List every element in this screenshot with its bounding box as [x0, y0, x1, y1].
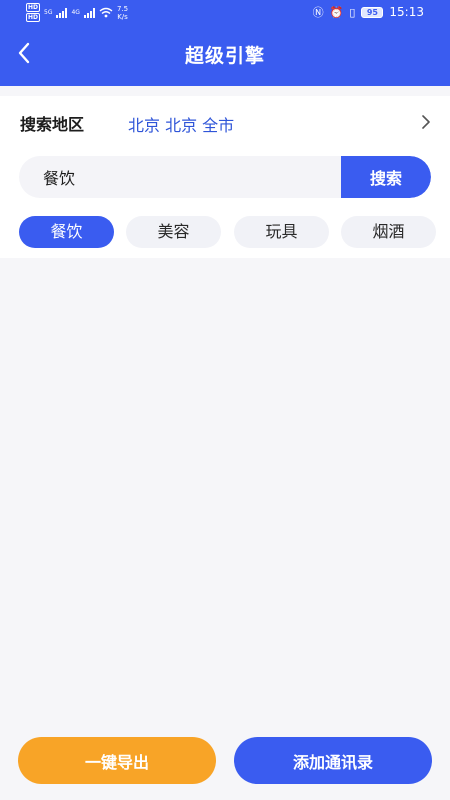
status-bar: HD HD 5G 4G 7.5 K/s Ⓝ ⏰ ▯ 95 15:13 — [0, 0, 450, 26]
status-bar-left: HD HD 5G 4G 7.5 K/s — [26, 3, 128, 22]
sim1-label: 5G — [44, 9, 53, 16]
alarm-icon: ⏰ — [329, 5, 344, 19]
category-chips: 餐饮 美容 玩具 烟酒 — [19, 216, 436, 248]
battery-icon: 95 — [361, 6, 384, 18]
export-button[interactable]: 一键导出 — [18, 737, 216, 784]
region-label: 搜索地区 — [20, 115, 85, 134]
speed-unit: K/s — [117, 12, 128, 21]
add-contacts-button[interactable]: 添加通讯录 — [234, 737, 432, 784]
signal-icon — [56, 7, 68, 18]
page-title: 超级引擎 — [184, 45, 265, 67]
hd-badge: HD — [26, 13, 41, 22]
region-selector[interactable]: 北京 北京 全市 — [128, 112, 234, 136]
chevron-right-icon[interactable] — [418, 113, 434, 131]
search-input[interactable] — [43, 156, 343, 198]
sim2-label: 4G — [71, 9, 80, 16]
search-panel: 搜索地区 北京 北京 全市 搜索 餐饮 美容 玩具 烟酒 — [0, 96, 450, 258]
category-chip-tobacco-liquor[interactable]: 烟酒 — [341, 216, 436, 248]
speed-value: 7.5 — [116, 4, 129, 13]
search-bar: 搜索 — [19, 156, 431, 198]
clock: 15:13 — [389, 5, 424, 19]
search-button[interactable]: 搜索 — [341, 156, 431, 198]
network-badges: HD HD — [26, 3, 41, 22]
signal-icon — [83, 7, 95, 18]
hd-badge: HD — [26, 3, 41, 12]
nfc-icon: Ⓝ — [312, 6, 324, 19]
category-chip-catering[interactable]: 餐饮 — [19, 216, 114, 248]
wifi-icon — [99, 7, 113, 18]
network-speed: 7.5 K/s — [117, 5, 128, 21]
category-chip-beauty[interactable]: 美容 — [126, 216, 221, 248]
status-bar-right: Ⓝ ⏰ ▯ 95 15:13 — [313, 4, 424, 20]
vibrate-icon: ▯ — [349, 5, 356, 19]
app-header: HD HD 5G 4G 7.5 K/s Ⓝ ⏰ ▯ 95 15:13 超级引擎 — [0, 0, 450, 86]
category-chip-toys[interactable]: 玩具 — [234, 216, 329, 248]
